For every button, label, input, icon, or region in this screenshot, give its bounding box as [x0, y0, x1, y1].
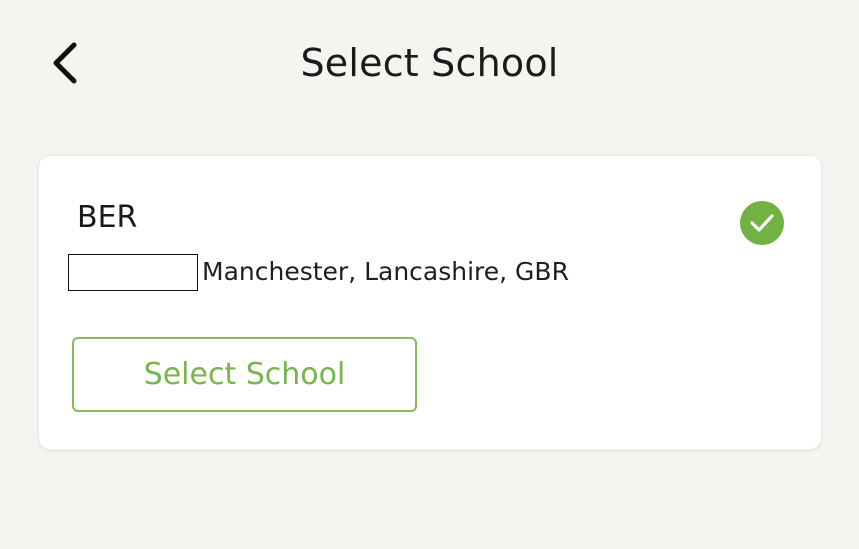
header-bar: Select School [0, 0, 859, 125]
address-text: Manchester, Lancashire, GBR [202, 257, 569, 286]
school-name: BER [77, 200, 138, 235]
redacted-address-block [68, 253, 198, 291]
school-address: Manchester, Lancashire, GBR [68, 252, 569, 292]
select-school-button[interactable]: Select School [72, 337, 417, 412]
check-circle-icon [740, 201, 784, 245]
school-card[interactable]: BER Manchester, Lancashire, GBR Select S… [38, 155, 822, 450]
page-title: Select School [300, 41, 559, 85]
